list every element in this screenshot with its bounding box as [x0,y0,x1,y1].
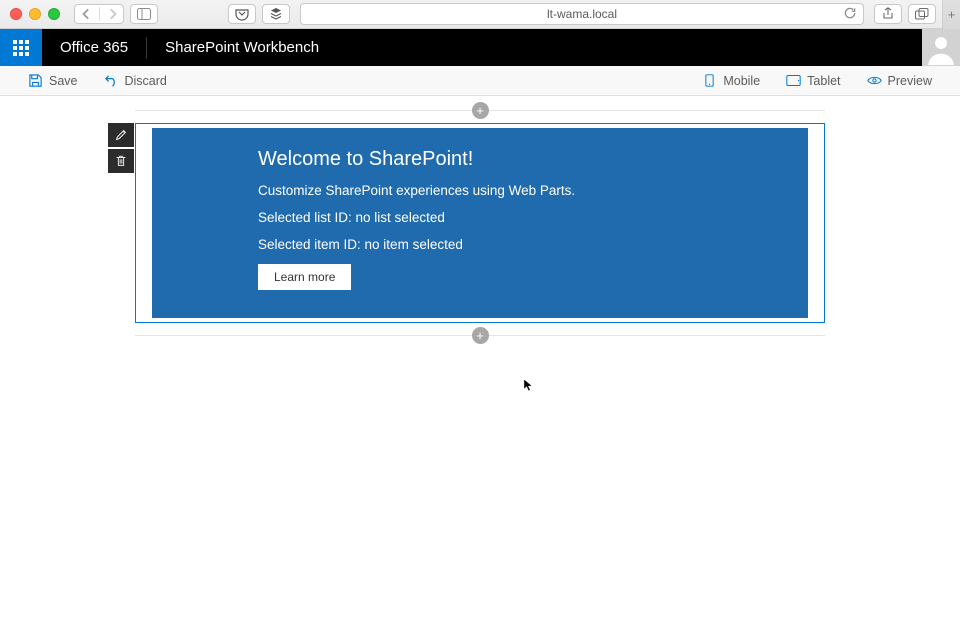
address-text: lt-wama.local [301,7,863,21]
preview-label: Preview [888,74,932,88]
webpart-subtitle: Customize SharePoint experiences using W… [258,183,778,198]
workbench-canvas: + Welcome to SharePoint! Customize Share… [0,96,960,631]
share-icon [881,7,895,21]
maximize-window-icon[interactable] [48,8,60,20]
window-controls [10,8,60,20]
hello-world-webpart: Welcome to SharePoint! Customize SharePo… [152,128,808,318]
canvas-section: + Welcome to SharePoint! Customize Share… [135,110,825,631]
reload-icon [843,6,857,20]
extension-buttons [228,4,290,24]
save-icon [28,73,43,88]
mobile-button[interactable]: Mobile [702,73,760,88]
add-webpart-top: + [135,102,825,119]
forward-button[interactable] [99,7,123,21]
chevron-right-icon [105,7,119,21]
buffer-button[interactable] [262,4,290,24]
discard-button[interactable]: Discard [104,73,167,88]
section-wrapper: + Welcome to SharePoint! Customize Share… [135,110,825,336]
plus-icon: + [476,329,484,342]
stack-icon [269,7,283,21]
tabs-icon [915,7,929,21]
pocket-icon [235,7,249,21]
discard-label: Discard [125,74,167,88]
brand-label: Office 365 [42,37,147,59]
tablet-label: Tablet [807,74,840,88]
save-label: Save [49,74,78,88]
waffle-icon [13,40,29,56]
person-icon [924,31,958,65]
webpart-title: Welcome to SharePoint! [258,148,778,171]
reload-button[interactable] [843,6,857,23]
app-launcher-button[interactable] [0,29,42,66]
sidebar-toggle-button[interactable] [130,4,158,24]
webpart-item-line: Selected item ID: no item selected [258,237,778,252]
pencil-icon [114,128,128,142]
minimize-window-icon[interactable] [29,8,41,20]
tablet-button[interactable]: Tablet [786,73,840,88]
new-tab-button[interactable]: + [942,0,960,29]
delete-webpart-button[interactable] [108,149,134,173]
add-webpart-bottom: + [135,327,825,344]
back-forward-segment [74,4,124,24]
edit-webpart-button[interactable] [108,123,134,147]
browser-titlebar: lt-wama.local + [0,0,960,29]
share-button[interactable] [874,4,902,24]
webpart-selection[interactable]: Welcome to SharePoint! Customize SharePo… [135,123,825,323]
address-bar[interactable]: lt-wama.local [300,3,864,25]
pocket-button[interactable] [228,4,256,24]
add-webpart-top-button[interactable]: + [472,102,489,119]
back-button[interactable] [75,7,99,21]
suite-header: Office 365 SharePoint Workbench [0,29,960,66]
add-webpart-bottom-button[interactable]: + [472,327,489,344]
mobile-label: Mobile [723,74,760,88]
cursor-icon [523,378,534,393]
webpart-list-line: Selected list ID: no list selected [258,210,778,225]
save-button[interactable]: Save [28,73,78,88]
tablet-icon [786,73,801,88]
mobile-icon [702,73,717,88]
user-avatar[interactable] [922,29,960,66]
plus-icon: + [476,104,484,117]
nav-buttons [74,4,158,24]
learn-more-button[interactable]: Learn more [258,264,351,290]
sidebar-icon [137,7,151,21]
chevron-left-icon [80,7,94,21]
trash-icon [114,154,128,168]
eye-icon [867,73,882,88]
undo-icon [104,73,119,88]
share-group [874,4,936,24]
preview-button[interactable]: Preview [867,73,932,88]
close-window-icon[interactable] [10,8,22,20]
webpart-toolbox [108,123,134,173]
app-title: SharePoint Workbench [147,39,337,56]
command-bar: Save Discard Mobile Tablet Preview [0,66,960,96]
tabs-button[interactable] [908,4,936,24]
learn-more-label: Learn more [274,270,335,284]
